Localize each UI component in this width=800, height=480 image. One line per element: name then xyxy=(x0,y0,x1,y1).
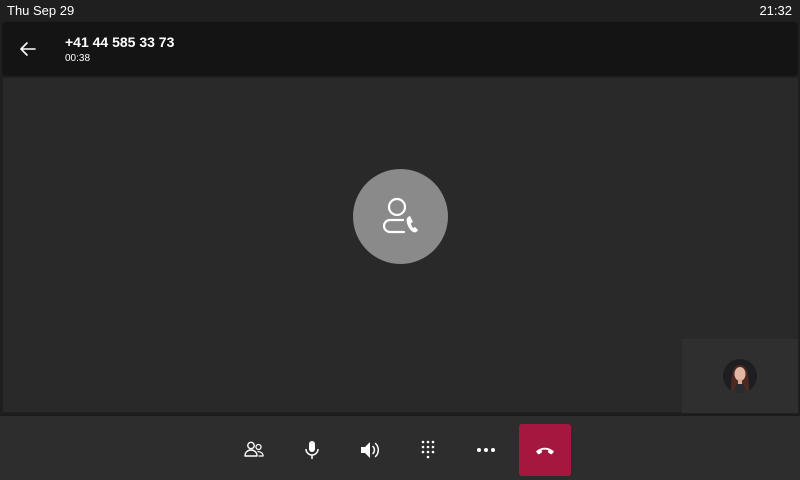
dialpad-icon xyxy=(421,440,435,459)
status-time: 21:32 xyxy=(759,3,792,18)
more-options-icon xyxy=(477,448,495,452)
self-view[interactable] xyxy=(682,339,798,413)
remote-avatar xyxy=(353,169,448,264)
status-date: Thu Sep 29 xyxy=(7,3,75,18)
microphone-icon xyxy=(305,441,319,459)
status-bar: Thu Sep 29 21:32 xyxy=(0,0,800,21)
dialpad-button[interactable] xyxy=(402,424,454,476)
hang-up-button[interactable] xyxy=(519,424,571,476)
person-phone-icon xyxy=(382,197,418,233)
speaker-button[interactable] xyxy=(344,424,396,476)
call-header: +41 44 585 33 73 00:38 xyxy=(2,22,798,76)
speaker-volume-icon xyxy=(361,442,380,458)
call-control-bar xyxy=(0,414,800,480)
more-options-button[interactable] xyxy=(460,424,512,476)
self-avatar xyxy=(723,359,757,393)
call-duration: 00:38 xyxy=(65,53,91,64)
participants-button[interactable] xyxy=(228,424,280,476)
video-stage xyxy=(3,78,798,413)
mute-button[interactable] xyxy=(286,424,338,476)
people-icon xyxy=(244,441,264,457)
caller-number: +41 44 585 33 73 xyxy=(65,34,175,50)
hang-up-phone-icon xyxy=(536,447,554,455)
back-button[interactable] xyxy=(10,31,46,67)
self-avatar-image xyxy=(723,359,757,393)
arrow-left-icon xyxy=(20,42,36,56)
